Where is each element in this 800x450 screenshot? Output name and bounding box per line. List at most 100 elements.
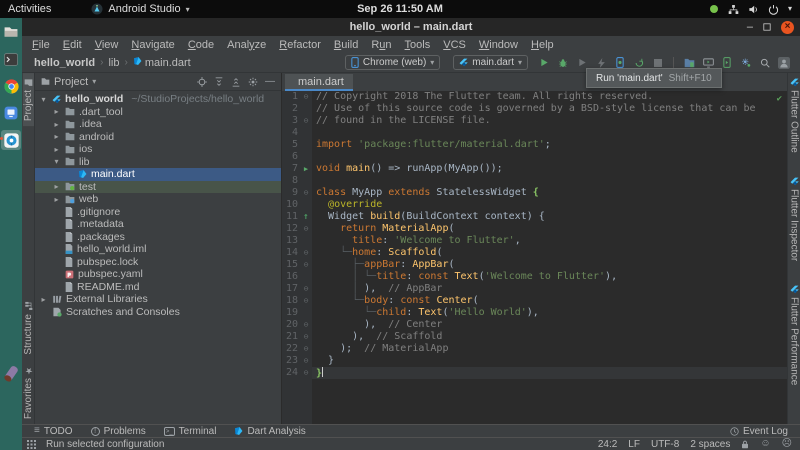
code-line[interactable]: 8 bbox=[282, 175, 787, 187]
menu-item-analyze[interactable]: Analyze bbox=[227, 39, 266, 51]
code-line[interactable]: 20⊖ ), // Center bbox=[282, 319, 787, 331]
tree-chevron-icon[interactable]: ▾ bbox=[39, 95, 48, 104]
network-icon[interactable] bbox=[728, 4, 739, 15]
tree-item-test[interactable]: ▸test bbox=[35, 181, 281, 194]
tree-item-external-libraries[interactable]: ▸External Libraries bbox=[35, 293, 281, 306]
tree-item-lib[interactable]: ▾lib bbox=[35, 156, 281, 169]
tree-item--gitignore[interactable]: .gitignore bbox=[35, 206, 281, 219]
debug-button[interactable] bbox=[555, 55, 571, 70]
menu-item-vcs[interactable]: VCS bbox=[443, 39, 466, 51]
tree-chevron-icon[interactable]: ▸ bbox=[52, 195, 61, 204]
run-button[interactable] bbox=[536, 55, 552, 70]
menu-item-code[interactable]: Code bbox=[188, 39, 214, 51]
minimize-button[interactable]: – bbox=[747, 23, 753, 31]
dock-item-trash[interactable] bbox=[1, 364, 21, 384]
code-line[interactable]: 13 title: 'Welcome to Flutter', bbox=[282, 235, 787, 247]
stripe-tab-flutter-outline[interactable]: Flutter Outline bbox=[789, 73, 800, 158]
menu-item-window[interactable]: Window bbox=[479, 39, 518, 51]
hide-icon[interactable]: — bbox=[265, 77, 275, 87]
tool-window-grid-icon[interactable] bbox=[27, 440, 36, 449]
run-config-selector[interactable]: main.dart▾ bbox=[453, 55, 528, 70]
tree-item--metadata[interactable]: .metadata bbox=[35, 218, 281, 231]
code-line[interactable]: 23⊖ } bbox=[282, 355, 787, 367]
breadcrumb-lib[interactable]: lib bbox=[108, 57, 119, 69]
tree-item--packages[interactable]: .packages bbox=[35, 231, 281, 244]
volume-icon[interactable] bbox=[748, 4, 759, 15]
tree-chevron-icon[interactable]: ▸ bbox=[52, 132, 61, 141]
code-line[interactable]: 3⊖// found in the LICENSE file. bbox=[282, 115, 787, 127]
breadcrumb-main-dart[interactable]: main.dart bbox=[133, 56, 191, 69]
menu-item-run[interactable]: Run bbox=[371, 39, 391, 51]
tree-item-main-dart[interactable]: main.dart bbox=[35, 168, 281, 181]
code-line[interactable]: 4 bbox=[282, 127, 787, 139]
breadcrumb-hello_world[interactable]: hello_world bbox=[34, 57, 95, 69]
code-line[interactable]: 15⊖ ├─appBar: AppBar( bbox=[282, 259, 787, 271]
dock-item-android-studio[interactable] bbox=[1, 130, 21, 150]
code-editor[interactable]: ✔ 1⊖// Copyright 2018 The Flutter team. … bbox=[282, 91, 787, 424]
tool-button-problems[interactable]: !Problems bbox=[91, 426, 146, 437]
code-line[interactable]: 22⊖ ); // MaterialApp bbox=[282, 343, 787, 355]
status-message[interactable]: Run selected configuration bbox=[46, 439, 164, 450]
code-line[interactable]: 21⊖ ), // Scaffold bbox=[282, 331, 787, 343]
code-line[interactable]: 2// Use of this source code is governed … bbox=[282, 103, 787, 115]
tree-item-hello-world[interactable]: ▾hello_world~/StudioProjects/hello_world bbox=[35, 93, 281, 106]
menu-item-refactor[interactable]: Refactor bbox=[279, 39, 321, 51]
collapse-all-icon[interactable] bbox=[231, 77, 241, 87]
maximize-button[interactable] bbox=[763, 23, 771, 31]
sad-icon[interactable]: ☹ bbox=[782, 439, 792, 449]
code-line[interactable]: 1⊖// Copyright 2018 The Flutter team. Al… bbox=[282, 91, 787, 103]
code-line[interactable]: 12⊖ return MaterialApp( bbox=[282, 223, 787, 235]
gear-icon[interactable] bbox=[248, 77, 258, 87]
happy-icon[interactable]: ☺ bbox=[760, 439, 770, 449]
override-gutter-icon[interactable]: ↑ bbox=[303, 212, 308, 222]
tree-chevron-icon[interactable]: ▸ bbox=[39, 295, 48, 304]
tree-chevron-icon[interactable]: ▸ bbox=[52, 107, 61, 116]
tool-button-terminal[interactable]: >_Terminal bbox=[164, 426, 217, 437]
tree-item-ios[interactable]: ▸ios bbox=[35, 143, 281, 156]
menu-item-help[interactable]: Help bbox=[531, 39, 554, 51]
run-gutter-icon[interactable]: ▶ bbox=[304, 165, 308, 173]
stripe-tab-flutter-performance[interactable]: Flutter Performance bbox=[789, 280, 800, 390]
caret-down-icon[interactable]: ▾ bbox=[788, 5, 792, 13]
stripe-tab-favorites[interactable]: Favorites★ bbox=[23, 360, 34, 424]
chevron-down-icon[interactable]: ▾ bbox=[92, 77, 96, 86]
expand-all-icon[interactable] bbox=[214, 77, 224, 87]
indicator-icon[interactable] bbox=[709, 4, 719, 14]
code-line[interactable]: 7▶void main() => runApp(MyApp()); bbox=[282, 163, 787, 175]
code-line[interactable]: 10 @override bbox=[282, 199, 787, 211]
activities-button[interactable]: Activities bbox=[8, 3, 51, 15]
tool-button-todo[interactable]: ≡TODO bbox=[34, 426, 73, 437]
code-line[interactable]: 6 bbox=[282, 151, 787, 163]
menu-item-view[interactable]: View bbox=[95, 39, 119, 51]
status-caret-position[interactable]: 24:2 bbox=[598, 439, 617, 450]
code-line[interactable]: 18⊖ └─body: const Center( bbox=[282, 295, 787, 307]
status-indent-setting[interactable]: 2 spaces bbox=[690, 439, 730, 450]
tree-item-readme-md[interactable]: README.md bbox=[35, 281, 281, 294]
sdk-manager-button[interactable] bbox=[738, 55, 754, 70]
tree-chevron-icon[interactable]: ▾ bbox=[52, 157, 61, 166]
tree-item-scratches-and-consoles[interactable]: Scratches and Consoles bbox=[35, 306, 281, 319]
menu-item-build[interactable]: Build bbox=[334, 39, 358, 51]
lock-icon[interactable] bbox=[741, 440, 749, 449]
device-selector[interactable]: Chrome (web)▾ bbox=[345, 55, 440, 70]
dock-item-terminal-app[interactable] bbox=[1, 49, 21, 69]
status-file-encoding[interactable]: UTF-8 bbox=[651, 439, 679, 450]
code-line[interactable]: 9⊖class MyApp extends StatelessWidget { bbox=[282, 187, 787, 199]
tree-chevron-icon[interactable]: ▸ bbox=[52, 145, 61, 154]
tool-button-dart-analysis[interactable]: Dart Analysis bbox=[234, 426, 305, 437]
dock-item-chrome[interactable] bbox=[1, 76, 21, 96]
code-line[interactable]: 19 └─child: Text('Hello World'), bbox=[282, 307, 787, 319]
close-button[interactable]: × bbox=[781, 21, 794, 34]
search-button[interactable] bbox=[757, 55, 773, 70]
app-menu[interactable]: Android Studio ▾ bbox=[91, 3, 189, 15]
status-line-separator[interactable]: LF bbox=[628, 439, 640, 450]
menu-item-tools[interactable]: Tools bbox=[405, 39, 431, 51]
tree-item-hello-world-iml[interactable]: hello_world.iml bbox=[35, 243, 281, 256]
tree-chevron-icon[interactable]: ▸ bbox=[52, 120, 61, 129]
locate-icon[interactable] bbox=[197, 77, 207, 87]
tree-item-android[interactable]: ▸android bbox=[35, 131, 281, 144]
tree-item-web[interactable]: ▸web bbox=[35, 193, 281, 206]
project-panel-title[interactable]: Project bbox=[54, 76, 88, 88]
avatar-button[interactable] bbox=[776, 55, 792, 70]
code-line[interactable]: 14⊖ └─home: Scaffold( bbox=[282, 247, 787, 259]
